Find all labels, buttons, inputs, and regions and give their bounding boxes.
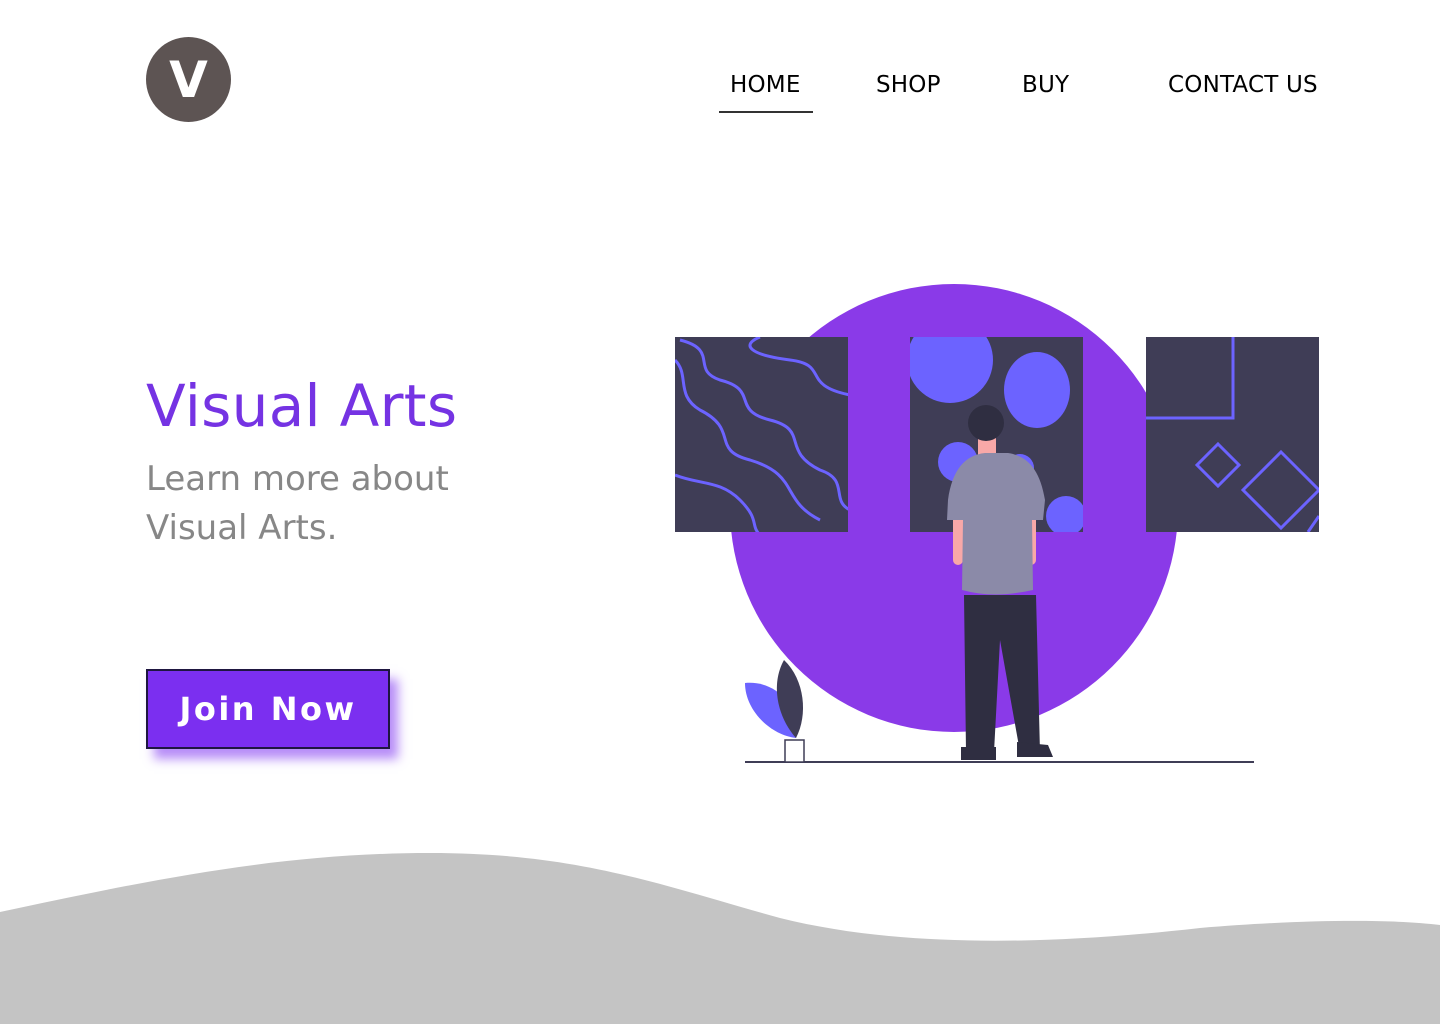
footer-wave — [0, 853, 1440, 1024]
hero-title: Visual Arts — [146, 372, 458, 440]
join-now-button[interactable]: Join Now — [146, 669, 390, 749]
logo[interactable]: V — [146, 37, 231, 122]
plant — [745, 660, 805, 763]
nav-shop[interactable]: SHOP — [876, 72, 941, 104]
nav-home[interactable]: HOME — [730, 72, 801, 104]
art-gallery-illustration — [675, 284, 1319, 763]
painting-waves — [675, 337, 848, 532]
painting-geometric — [1146, 337, 1319, 532]
hero-subtitle: Learn more about Visual Arts. — [146, 459, 449, 548]
nav-buy[interactable]: BUY — [1022, 72, 1069, 104]
nav-contact-us[interactable]: CONTACT US — [1168, 72, 1318, 104]
nav-active-underline — [719, 111, 813, 113]
